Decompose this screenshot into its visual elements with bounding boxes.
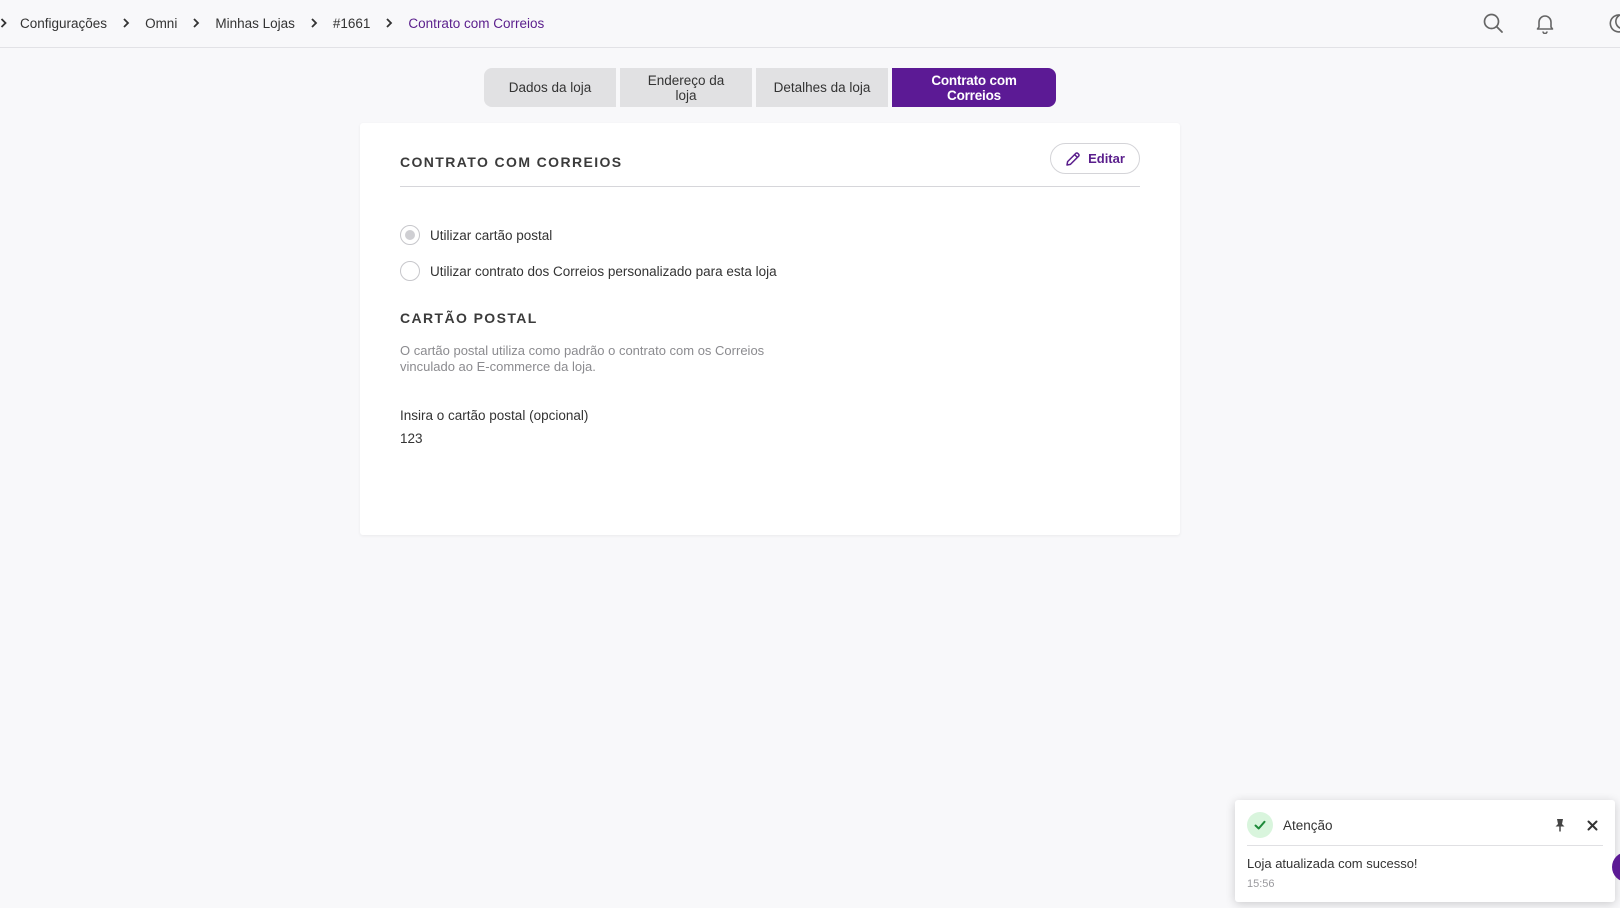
tab-detalhes-da-loja[interactable]: Detalhes da loja — [756, 68, 888, 107]
search-icon[interactable] — [1480, 10, 1506, 36]
toast-header: Atenção — [1247, 812, 1603, 846]
radio-option-cartao-postal[interactable]: Utilizar cartão postal — [400, 225, 552, 245]
breadcrumb-item-store-id[interactable]: #1661 — [333, 16, 371, 31]
postal-card-label: Insira o cartão postal (opcional) — [400, 408, 589, 423]
toast-title: Atenção — [1283, 818, 1333, 833]
store-tabs: Dados da loja Endereço da loja Detalhes … — [484, 68, 1056, 107]
check-icon — [1247, 812, 1273, 838]
card-header: CONTRATO COM CORREIOS Editar — [400, 143, 1140, 187]
toast-timestamp: 15:56 — [1247, 878, 1275, 890]
close-icon[interactable] — [1583, 816, 1601, 834]
pencil-icon — [1065, 151, 1081, 167]
section-title: CARTÃO POSTAL — [400, 310, 538, 326]
radio-selected[interactable] — [400, 225, 420, 245]
edit-button-label: Editar — [1088, 151, 1125, 166]
card-title: CONTRATO COM CORREIOS — [400, 154, 623, 170]
radio-label: Utilizar cartão postal — [430, 227, 553, 243]
edit-button[interactable]: Editar — [1050, 143, 1140, 174]
breadcrumb-item-omni[interactable]: Omni — [145, 16, 177, 31]
chevron-right-icon — [177, 13, 215, 33]
radio-label: Utilizar contrato dos Correios personali… — [430, 263, 777, 279]
chevron-right-icon — [107, 13, 145, 33]
section-description: O cartão postal utiliza como padrão o co… — [400, 343, 765, 374]
breadcrumb-item-current: Contrato com Correios — [408, 15, 545, 31]
breadcrumb-item-configuracoes[interactable]: Configurações — [20, 16, 107, 31]
tab-endereco-da-loja[interactable]: Endereço da loja — [620, 68, 752, 107]
pin-icon[interactable] — [1551, 816, 1569, 834]
chevron-right-icon — [295, 13, 333, 33]
chevron-right-icon — [0, 13, 20, 33]
radio-option-contrato-personalizado[interactable]: Utilizar contrato dos Correios personali… — [400, 261, 777, 281]
toast-notification: Atenção Loja atualizada com sucesso! 15:… — [1235, 800, 1615, 902]
bell-icon[interactable] — [1532, 10, 1558, 36]
tab-dados-da-loja[interactable]: Dados da loja — [484, 68, 616, 107]
radio-unselected[interactable] — [400, 261, 420, 281]
postal-card-value: 123 — [400, 431, 423, 446]
contract-card: CONTRATO COM CORREIOS Editar Utilizar ca… — [360, 123, 1180, 535]
tab-contrato-com-correios[interactable]: Contrato com Correios — [892, 68, 1056, 107]
breadcrumb: Configurações Omni Minhas Lojas #1661 Co… — [0, 0, 544, 46]
toast-message: Loja atualizada com sucesso! — [1247, 856, 1418, 871]
moon-icon[interactable] — [1604, 10, 1620, 36]
chevron-right-icon — [370, 13, 408, 33]
top-bar: Configurações Omni Minhas Lojas #1661 Co… — [0, 0, 1620, 48]
breadcrumb-item-minhas-lojas[interactable]: Minhas Lojas — [215, 16, 295, 31]
